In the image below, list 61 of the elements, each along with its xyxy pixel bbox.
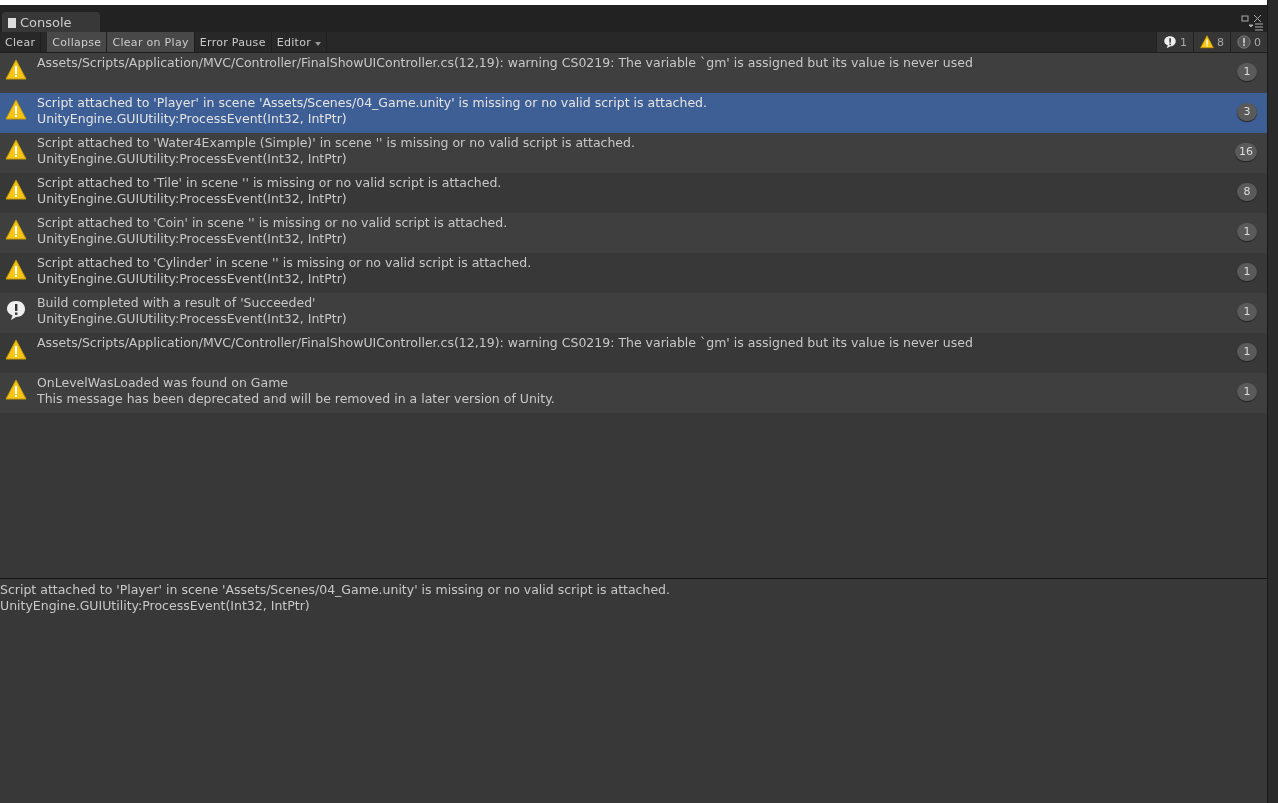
log-entry[interactable]: OnLevelWasLoaded was found on Game This message has been deprecated and will be removed in a later version of Unity. 1 bbox=[0, 373, 1267, 413]
error-filter[interactable]: 0 bbox=[1230, 32, 1267, 52]
info-filter[interactable]: 1 bbox=[1156, 32, 1193, 52]
count-badge: 1 bbox=[1237, 223, 1257, 241]
toolbar-toggle[interactable]: Clear bbox=[0, 32, 42, 52]
count-badge: 3 bbox=[1237, 103, 1257, 121]
info-icon bbox=[1163, 35, 1177, 49]
error-icon bbox=[1237, 35, 1251, 49]
log-message: UnityEngine.GUIUtility:ProcessEvent(Int32, IntPtr) bbox=[37, 271, 348, 287]
toolbar-toggle[interactable]: Collapse bbox=[47, 32, 108, 52]
warning-icon bbox=[5, 99, 27, 121]
log-message: Script attached to 'Tile' in scene '' is missing or no valid script is attached. bbox=[37, 175, 503, 191]
detail-text: UnityEngine.GUIUtility:ProcessEvent(Int32, IntPtr) bbox=[0, 598, 311, 614]
warning-icon bbox=[5, 179, 27, 201]
count-badge: 16 bbox=[1235, 143, 1257, 161]
info-icon bbox=[5, 299, 27, 321]
log-message: UnityEngine.GUIUtility:ProcessEvent(Int32, IntPtr) bbox=[37, 231, 348, 247]
log-message: UnityEngine.GUIUtility:ProcessEvent(Int32, IntPtr) bbox=[37, 111, 348, 127]
log-message: UnityEngine.GUIUtility:ProcessEvent(Int32, IntPtr) bbox=[37, 311, 348, 327]
count-label: 1 bbox=[1180, 35, 1187, 49]
log-entry[interactable]: Assets/Scripts/Application/MVC/Controller/FinalShowUIController.cs(12,19): warning CS0219: The variable `gm' is assigned but its value is never used 1 bbox=[0, 53, 1267, 93]
maximize-icon[interactable] bbox=[1241, 14, 1263, 23]
count-badge: 1 bbox=[1237, 303, 1257, 321]
log-message: Script attached to 'Coin' in scene '' is missing or no valid script is attached. bbox=[37, 215, 509, 231]
log-message: This message has been deprecated and will be removed in a later version of Unity. bbox=[37, 391, 556, 407]
detail-text: Script attached to 'Player' in scene 'Assets/Scenes/04_Game.unity' is missing or no valid script is attached. bbox=[0, 582, 671, 598]
console-tab[interactable]: Console bbox=[2, 12, 100, 32]
count-badge: 1 bbox=[1237, 343, 1257, 361]
warning-filter[interactable]: 8 bbox=[1193, 32, 1230, 52]
warning-icon bbox=[5, 219, 27, 241]
log-message: UnityEngine.GUIUtility:ProcessEvent(Int32, IntPtr) bbox=[37, 191, 348, 207]
warning-icon bbox=[5, 59, 27, 81]
warning-icon bbox=[5, 259, 27, 281]
log-message: OnLevelWasLoaded was found on Game bbox=[37, 375, 289, 391]
log-message: Assets/Scripts/Application/MVC/Controller/FinalShowUIController.cs(12,19): warning CS0219: The variable `gm' is assigned but its value is never used bbox=[37, 55, 974, 71]
count-badge: 1 bbox=[1237, 383, 1257, 401]
log-message: Assets/Scripts/Application/MVC/Controller/FinalShowUIController.cs(12,19): warning CS0219: The variable `gm' is assigned but its value is never used bbox=[37, 335, 974, 351]
editor-dropdown[interactable]: Editor bbox=[271, 32, 327, 52]
log-entry[interactable]: Build completed with a result of 'Succeeded' UnityEngine.GUIUtility:ProcessEvent(Int32, IntPtr) 1 bbox=[0, 293, 1267, 333]
log-entry[interactable]: Script attached to 'Water4Example (Simple)' in scene '' is missing or no valid script is attached. UnityEngine.GUIUtility:ProcessEvent(Int32, IntPtr) 16 bbox=[0, 133, 1267, 173]
warning-icon bbox=[5, 379, 27, 401]
log-message: UnityEngine.GUIUtility:ProcessEvent(Int32, IntPtr) bbox=[37, 151, 348, 167]
warning-icon bbox=[5, 339, 27, 361]
count-badge: 1 bbox=[1237, 263, 1257, 281]
toolbar-toggle[interactable]: Error Pause bbox=[194, 32, 272, 52]
log-message: Build completed with a result of 'Succeeded' bbox=[37, 295, 317, 311]
menu-icon[interactable] bbox=[1249, 23, 1263, 32]
count-label: 8 bbox=[1217, 35, 1224, 49]
count-badge: 1 bbox=[1237, 63, 1257, 81]
caret-icon bbox=[314, 41, 321, 46]
count-label: 0 bbox=[1254, 35, 1261, 49]
warning-icon bbox=[1200, 35, 1214, 49]
toolbar-toggle[interactable]: Clear on Play bbox=[107, 32, 195, 52]
count-badge: 8 bbox=[1237, 183, 1257, 201]
log-entry[interactable]: Script attached to 'Coin' in scene '' is missing or no valid script is attached. UnityEngine.GUIUtility:ProcessEvent(Int32, IntPtr) 1 bbox=[0, 213, 1267, 253]
log-entry[interactable]: Script attached to 'Player' in scene 'Assets/Scenes/04_Game.unity' is missing or no valid script is attached. UnityEngine.GUIUtility:ProcessEvent(Int32, IntPtr) 3 bbox=[0, 93, 1267, 133]
console-icon bbox=[8, 17, 16, 28]
log-message: Script attached to 'Player' in scene 'Assets/Scenes/04_Game.unity' is missing or no valid script is attached. bbox=[37, 95, 708, 111]
log-message: Script attached to 'Cylinder' in scene '' is missing or no valid script is attached. bbox=[37, 255, 533, 271]
warning-icon bbox=[5, 139, 27, 161]
log-message: Script attached to 'Water4Example (Simple)' in scene '' is missing or no valid script is attached. bbox=[37, 135, 636, 151]
